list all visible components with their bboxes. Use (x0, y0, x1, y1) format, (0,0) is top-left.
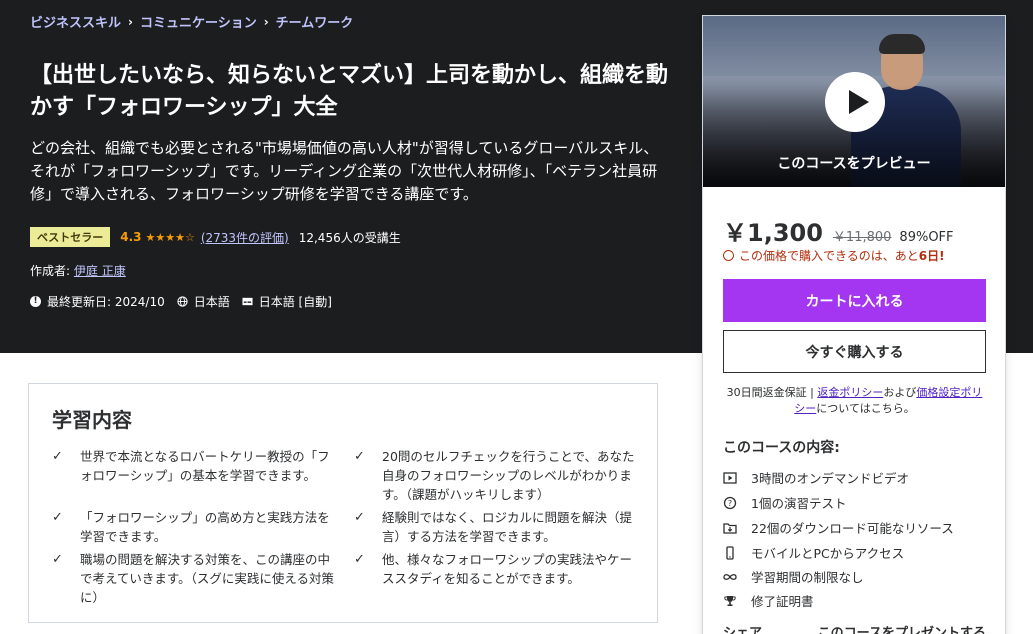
check-icon: ✓ (354, 510, 365, 525)
includes-title: このコースの内容: (723, 440, 840, 456)
learn-item-text: 経験則ではなく、ロジカルに問題を解決（提言）する方法を学習できます。 (382, 510, 633, 544)
check-icon: ✓ (52, 510, 63, 525)
learn-item: ✓ 20問のセルフチェックを行うことで、あなた自身のフォロワーシップのレベルがわ… (354, 447, 637, 504)
deadline-text: この価格で購入できるのは、あと (739, 249, 919, 263)
author-label: 作成者: (30, 264, 71, 278)
course-meta: ! 最終更新日: 2024/10 日本語 日本語 [自動] (30, 293, 344, 310)
include-label: 22個のダウンロード可能なリソース (751, 521, 954, 536)
include-label: 3時間のオンデマンドビデオ (751, 471, 909, 486)
learn-item: ✓ 「フォロワーシップ」の高め方と実践方法を学習できます。 (52, 508, 335, 546)
price-row: ￥1,300 ￥11,800 89%OFF (723, 213, 954, 248)
download-icon (723, 522, 737, 534)
buy-now-button[interactable]: 今すぐ購入する (723, 330, 986, 373)
learn-item-text: 「フォロワーシップ」の高め方と実践方法を学習できます。 (80, 510, 330, 544)
learn-title: 学習内容 (52, 408, 132, 432)
learn-item-text: 他、様々なフォローワシップの実践法やケーススタディを知ることができます。 (382, 552, 633, 586)
check-icon: ✓ (354, 552, 365, 567)
trophy-icon (724, 595, 736, 606)
include-item: 3時間のオンデマンドビデオ (723, 468, 909, 487)
guarantee-label: 30日間返金保証 | (726, 386, 818, 399)
deadline-days: 6日! (918, 249, 945, 263)
chevron-right-icon: › (128, 14, 133, 29)
and-text: および (883, 386, 917, 399)
current-price: ￥1,300 (723, 219, 823, 247)
preview-label[interactable]: このコースをプレビュー (703, 153, 1005, 173)
breadcrumb-item-business-skills[interactable]: ビジネススキル (30, 12, 121, 31)
include-item: 学習期間の制限なし (723, 567, 864, 586)
include-label: 1個の演習テスト (751, 496, 847, 511)
discount-percent: 89%OFF (899, 230, 954, 245)
last-updated: 最終更新日: 2024/10 (47, 295, 165, 309)
breadcrumb: ビジネススキル › コミュニケーション › チームワーク (30, 12, 354, 32)
gift-course-button[interactable]: このコースをプレゼントする (818, 622, 986, 634)
learn-item: ✓ 職場の問題を解決する対策を、この講座の中で考えていきます。（スグに実践に使え… (52, 550, 335, 607)
breadcrumb-item-communication[interactable]: コミュニケーション (140, 12, 257, 31)
price-deadline: この価格で購入できるのは、あと 6日! (723, 247, 945, 264)
captions-item: 日本語 [自動] (242, 293, 332, 310)
guarantee-tail: についてはこちら。 (816, 402, 915, 415)
author-link[interactable]: 伊庭 正康 (74, 264, 126, 278)
course-preview-video[interactable]: このコースをプレビュー (703, 16, 1005, 187)
breadcrumb-item-teamwork[interactable]: チームワーク (276, 12, 354, 31)
course-subtitle: どの会社、組織でも必要とされる"市場場価値の高い人材"が習得しているグローバルス… (30, 139, 659, 203)
purchase-card: このコースをプレビュー ￥1,300 ￥11,800 89%OFF この価格で購… (702, 15, 1006, 634)
student-count: 12,456人の受講生 (298, 230, 401, 245)
learn-item: ✓ 他、様々なフォローワシップの実践法やケーススタディを知ることができます。 (354, 550, 637, 588)
course-title: 【出世したいなら、知らないとマズい】上司を動かし、組織を動かす「フォロワーシップ… (30, 63, 669, 120)
check-icon: ✓ (52, 552, 63, 567)
include-label: 修了証明書 (751, 594, 814, 609)
include-item: ? 1個の演習テスト (723, 493, 846, 512)
learn-item-text: 職場の問題を解決する対策を、この講座の中で考えていきます。（スグに実践に使える対… (80, 552, 335, 605)
video-icon (723, 471, 737, 484)
infinity-icon (723, 573, 737, 580)
last-updated-item: ! 最終更新日: 2024/10 (30, 293, 165, 310)
alarm-clock-icon (723, 250, 734, 261)
author-row: 作成者: 伊庭 正康 (30, 262, 126, 279)
rating-value: 4.3 (120, 230, 142, 244)
add-to-cart-button[interactable]: カートに入れる (723, 279, 986, 322)
rating-count-link[interactable]: (2733件の評価) (201, 229, 289, 246)
language-item: 日本語 (177, 293, 230, 310)
include-label: 学習期間の制限なし (751, 570, 864, 585)
share-button[interactable]: シェア (723, 622, 762, 634)
include-label: モバイルとPCからアクセス (751, 546, 905, 561)
alert-icon: ! (30, 296, 41, 307)
captions: 日本語 [自動] (258, 295, 332, 309)
what-you-will-learn: 学習内容 ✓ 世界で本流となるロバートケリー教授の「フォロワーシップ」の基本を学… (28, 383, 658, 623)
learn-item: ✓ 世界で本流となるロバートケリー教授の「フォロワーシップ」の基本を学習できます… (52, 447, 335, 485)
bestseller-badge: ベストセラー (30, 227, 111, 247)
globe-icon (177, 296, 188, 307)
card-footer: シェア このコースをプレゼントする (723, 622, 986, 634)
guarantee-text: 30日間返金保証 | 返金ポリシーおよび価格設定ポリシーについてはこちら。 (723, 385, 986, 417)
rating-stars-icon: ★★★★☆ (145, 230, 195, 244)
check-icon: ✓ (52, 449, 63, 464)
quiz-icon: ? (723, 496, 737, 509)
include-item: 22個のダウンロード可能なリソース (723, 518, 954, 537)
check-icon: ✓ (354, 449, 365, 464)
learn-item: ✓ 経験則ではなく、ロジカルに問題を解決（提言）する方法を学習できます。 (354, 508, 637, 546)
language: 日本語 (193, 295, 230, 309)
refund-policy-link[interactable]: 返金ポリシー (817, 386, 883, 399)
svg-text:?: ? (728, 499, 732, 508)
learn-item-text: 20問のセルフチェックを行うことで、あなた自身のフォロワーシップのレベルがわかり… (382, 449, 635, 502)
original-price: ￥11,800 (832, 230, 892, 245)
rating-row: ベストセラー 4.3 ★★★★☆ (2733件の評価) 12,456人の受講生 (30, 227, 401, 247)
include-item: モバイルとPCからアクセス (723, 543, 904, 562)
mobile-icon (726, 545, 734, 560)
captions-icon (242, 297, 253, 306)
chevron-right-icon: › (263, 14, 269, 29)
play-icon[interactable] (825, 72, 885, 132)
learn-item-text: 世界で本流となるロバートケリー教授の「フォロワーシップ」の基本を学習できます。 (80, 449, 330, 483)
include-item: 修了証明書 (723, 591, 814, 610)
